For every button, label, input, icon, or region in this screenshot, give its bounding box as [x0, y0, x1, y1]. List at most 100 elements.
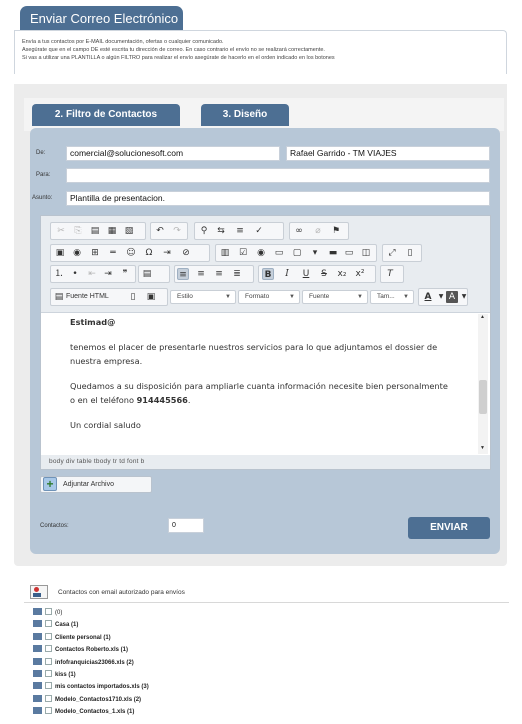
contact-group-row[interactable]: Modelo_Contactos1710.xls (2)	[33, 694, 142, 705]
select-all-icon[interactable]: ≡	[234, 225, 246, 237]
contact-group-icon	[33, 632, 42, 640]
contact-group-row[interactable]: infofranquicias23066.xls (2)	[33, 657, 134, 668]
replace-icon[interactable]: ⇆	[215, 225, 227, 237]
design-button[interactable]: 3. Diseño	[201, 104, 289, 126]
page-break-icon[interactable]: ⇥	[161, 247, 173, 259]
italic-icon[interactable]: I	[281, 268, 293, 280]
iframe-icon[interactable]: ⊘	[180, 247, 192, 259]
contact-group-label: infofranquicias23066.xls (2)	[55, 659, 134, 666]
new-page-icon[interactable]: ▯	[127, 291, 139, 303]
filter-contacts-button[interactable]: 2. Filtro de Contactos	[32, 104, 180, 126]
size-select[interactable]: Tam... ▼	[370, 290, 414, 304]
hidden-field-icon[interactable]: ◫	[360, 247, 372, 259]
text-color-button[interactable]: A	[422, 291, 434, 303]
format-select[interactable]: Formato ▼	[238, 290, 300, 304]
blockquote-icon[interactable]: ❞	[119, 268, 131, 280]
contact-group-checkbox[interactable]	[45, 632, 52, 640]
spellcheck-icon[interactable]: ✓	[253, 225, 265, 237]
anchor-icon[interactable]: ⚑	[330, 225, 342, 237]
from-name-field[interactable]: Rafael Garrido - TM VIAJES	[286, 146, 490, 161]
contact-group-checkbox[interactable]	[45, 682, 52, 690]
chevron-down-icon[interactable]: ▼	[458, 291, 470, 303]
font-select[interactable]: Fuente ▼	[302, 290, 368, 304]
paste-word-icon[interactable]: ▧	[123, 225, 135, 237]
redo-icon[interactable]: ↷	[171, 225, 183, 237]
contact-group-row[interactable]: Casa (1)	[33, 620, 78, 630]
paste-text-icon[interactable]: ▦	[106, 225, 118, 237]
superscript-icon[interactable]: x²	[354, 268, 366, 280]
remove-format-icon[interactable]: T	[384, 268, 396, 280]
align-center-icon[interactable]: ≡	[195, 268, 207, 280]
maximize-icon[interactable]: ⤢	[386, 247, 398, 259]
style-select[interactable]: Estilo ▼	[170, 290, 236, 304]
contact-group-row[interactable]: Modelo_Contactos_1.xls (1)	[33, 707, 134, 717]
chevron-down-icon: ▼	[225, 294, 231, 300]
style-select-label: Estilo	[177, 293, 193, 300]
bullet-list-icon[interactable]: •	[69, 268, 81, 280]
textfield-icon[interactable]: ▭	[273, 247, 285, 259]
indent-icon[interactable]: ⇥	[102, 268, 114, 280]
source-icon[interactable]: ▤	[53, 291, 65, 303]
contact-group-icon	[33, 682, 42, 690]
find-icon[interactable]: ⚲	[198, 225, 210, 237]
contact-group-checkbox[interactable]	[45, 657, 52, 665]
closing-text: Un cordial saludo	[70, 420, 141, 430]
select-field-icon[interactable]: ▾	[309, 247, 321, 259]
contact-group-label: Modelo_Contactos_1.xls (1)	[55, 709, 135, 716]
source-button[interactable]: Fuente HTML	[66, 291, 109, 303]
image-icon[interactable]: ▣	[54, 247, 66, 259]
align-left-icon[interactable]: ≡	[177, 268, 189, 280]
textarea-icon[interactable]: ▢	[291, 247, 303, 259]
button-field-icon[interactable]: ▬	[327, 247, 339, 259]
numbered-list-icon[interactable]: ⒈	[53, 268, 65, 280]
image-button-icon[interactable]: ▭	[343, 247, 355, 259]
contact-group-checkbox[interactable]	[45, 620, 52, 628]
horizontal-rule-icon[interactable]: ═	[107, 247, 119, 259]
contact-group-row[interactable]: kiss (1)	[33, 670, 76, 680]
create-div-icon[interactable]: ▤	[141, 268, 153, 280]
link-icon[interactable]: ∞	[293, 225, 305, 237]
radio-icon[interactable]: ◉	[255, 247, 267, 259]
strikethrough-icon[interactable]: S	[318, 268, 330, 280]
contact-group-checkbox[interactable]	[45, 645, 52, 653]
bold-icon[interactable]: B	[262, 268, 274, 280]
to-field[interactable]	[66, 168, 490, 183]
contact-group-checkbox[interactable]	[45, 670, 52, 677]
contact-group-row[interactable]: Contactos Roberto.xls (1)	[33, 645, 128, 655]
send-button[interactable]: ENVIAR	[408, 517, 490, 539]
table-icon[interactable]: ⊞	[89, 247, 101, 259]
subject-field[interactable]: Plantilla de presentacion.	[66, 191, 490, 206]
outdent-icon[interactable]: ⇤	[86, 268, 98, 280]
from-email-field[interactable]: comercial@solucionesoft.com	[66, 146, 280, 161]
paste-icon[interactable]: ▤	[89, 225, 101, 237]
flash-icon[interactable]: ◉	[71, 247, 83, 259]
subscript-icon[interactable]: x₂	[336, 268, 348, 280]
contacts-count-field: 0	[168, 518, 204, 533]
copy-icon[interactable]: ⎘	[72, 225, 84, 237]
undo-icon[interactable]: ↶	[154, 225, 166, 237]
cut-icon[interactable]: ✂	[55, 225, 67, 237]
smiley-icon[interactable]: ☺	[125, 247, 137, 259]
contact-group-label: Modelo_Contactos1710.xls (2)	[55, 696, 142, 703]
scroll-down-icon[interactable]: ▼	[480, 445, 485, 451]
scroll-up-icon[interactable]: ▲	[480, 314, 485, 320]
contact-group-checkbox[interactable]	[45, 707, 52, 715]
preview-icon[interactable]: ▣	[145, 291, 157, 303]
editor-scroll-thumb[interactable]	[479, 380, 487, 414]
contact-group-checkbox[interactable]	[45, 608, 52, 615]
background-color-icon[interactable]: A	[446, 291, 458, 303]
unlink-icon[interactable]: ⌀	[312, 225, 324, 237]
contact-group-checkbox[interactable]	[45, 694, 52, 702]
contact-group-row[interactable]: (0)	[33, 608, 62, 618]
contact-group-row[interactable]: mis contactos importados.xls (3)	[33, 682, 149, 692]
checkbox-icon[interactable]: ☑	[237, 247, 249, 259]
contact-group-icon	[33, 694, 42, 702]
align-right-icon[interactable]: ≡	[213, 268, 225, 280]
show-blocks-icon[interactable]: ▯	[404, 247, 416, 259]
editor-content[interactable]: Estimad@ tenemos el placer de presentarl…	[70, 315, 450, 455]
justify-icon[interactable]: ≣	[231, 268, 243, 280]
underline-icon[interactable]: U	[300, 268, 312, 280]
contact-group-row[interactable]: Cliente personal (1)	[33, 632, 111, 643]
special-char-icon[interactable]: Ω	[143, 247, 155, 259]
form-icon[interactable]: ▥	[219, 247, 231, 259]
